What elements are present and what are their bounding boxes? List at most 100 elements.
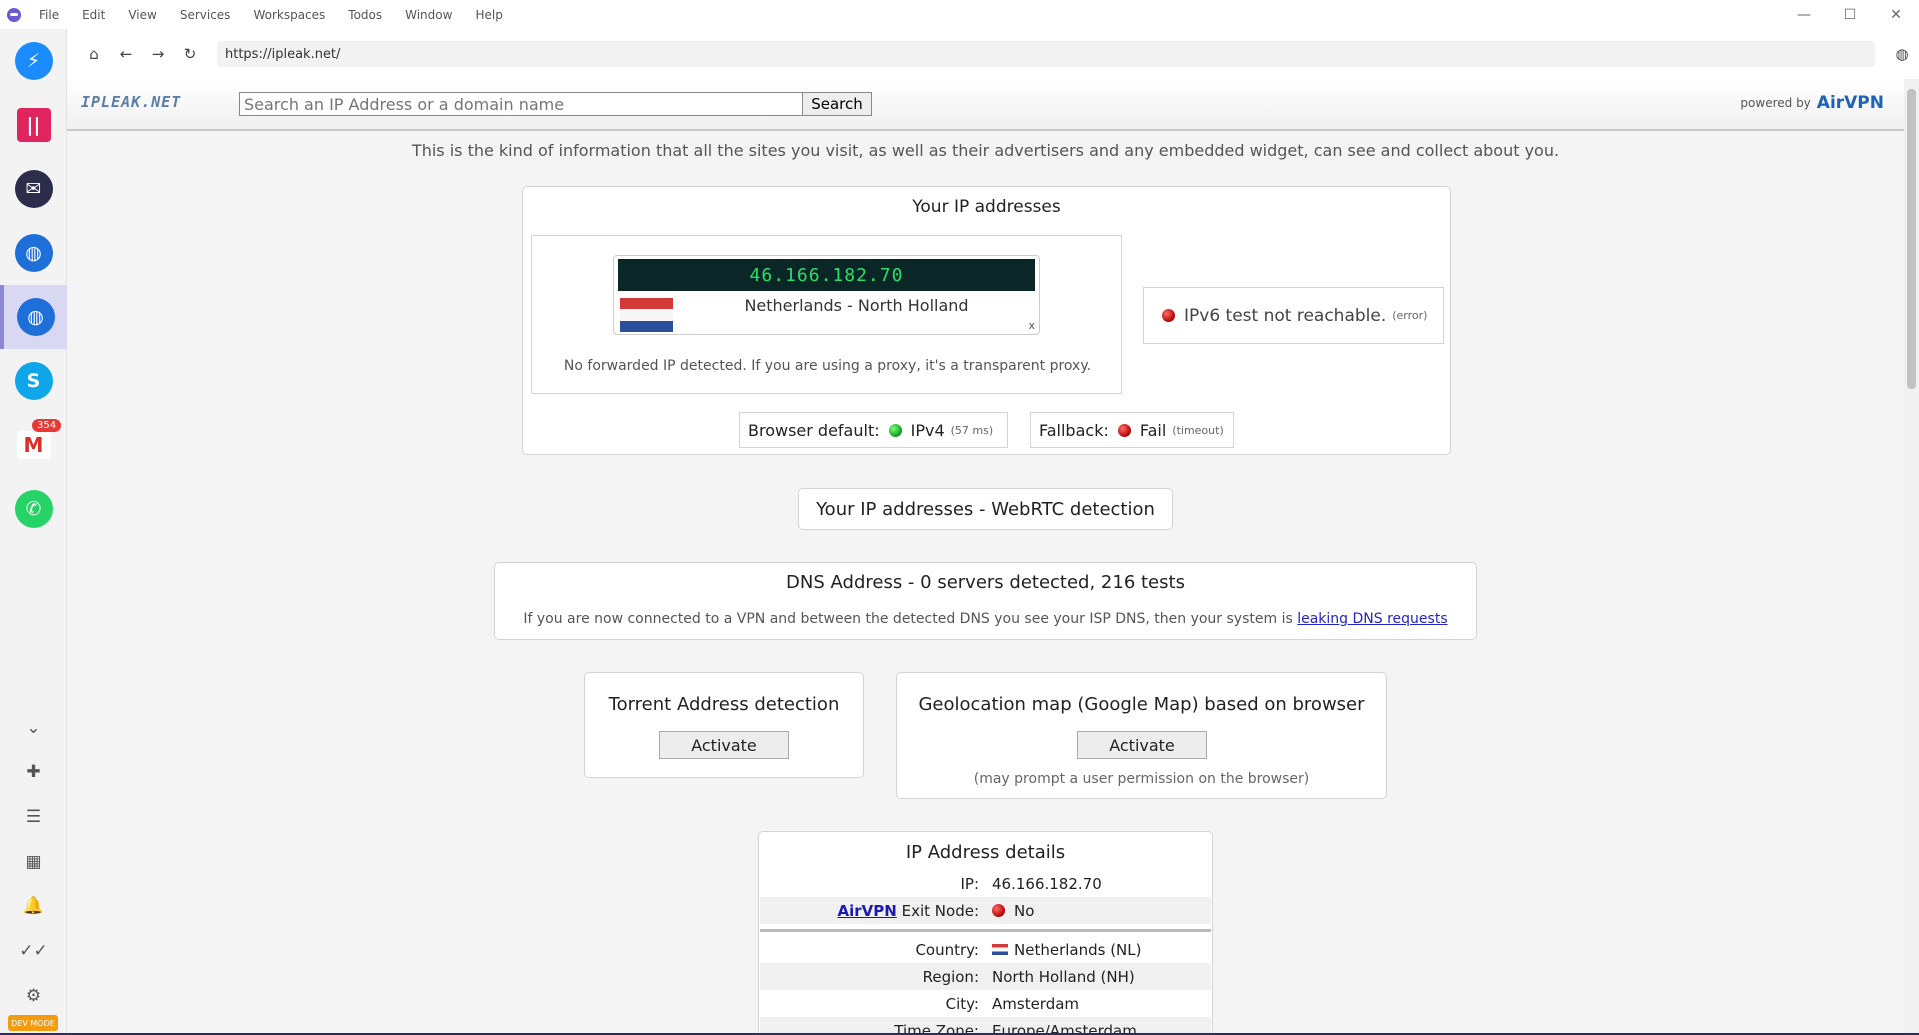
list-icon[interactable]: ☰ bbox=[0, 802, 67, 832]
page-scrollbar[interactable] bbox=[1904, 79, 1919, 1035]
dev-mode-badge: DEV MODE bbox=[8, 1015, 58, 1031]
menu-services[interactable]: Services bbox=[180, 8, 231, 22]
forwarded-ip-note: No forwarded IP detected. If you are usi… bbox=[563, 358, 1092, 374]
details-row-exit-node: AirVPN Exit Node: No bbox=[760, 897, 1211, 924]
menu-todos[interactable]: Todos bbox=[348, 8, 382, 22]
gmail-icon: M bbox=[16, 431, 51, 459]
geo-title: Geolocation map (Google Map) based on br… bbox=[918, 694, 1365, 715]
ip-digital-readout: 46.166.182.70 bbox=[618, 259, 1035, 291]
detail-key: Country: bbox=[915, 940, 979, 959]
airvpn-brand[interactable]: AirVPN bbox=[1817, 93, 1884, 113]
dns-leak-link[interactable]: leaking DNS requests bbox=[1297, 611, 1447, 627]
app-logo-icon bbox=[7, 7, 21, 22]
ip-card-title: Your IP addresses bbox=[912, 197, 1061, 217]
menu-workspaces[interactable]: Workspaces bbox=[253, 8, 325, 22]
detail-key: Region: bbox=[922, 967, 979, 986]
scrollbar-thumb[interactable] bbox=[1907, 89, 1916, 389]
add-service-icon[interactable]: ✚ bbox=[0, 757, 67, 787]
minimize-button[interactable]: — bbox=[1781, 0, 1827, 29]
red-status-icon bbox=[1162, 309, 1175, 322]
powered-by[interactable]: powered by AirVPN bbox=[1740, 93, 1884, 113]
sidebar-item-proton[interactable]: ✉ bbox=[0, 157, 67, 221]
dns-title: DNS Address - 0 servers detected, 216 te… bbox=[786, 572, 1185, 593]
red-status-icon bbox=[992, 904, 1005, 917]
dns-note: If you are now connected to a VPN and be… bbox=[495, 611, 1476, 627]
search-button[interactable]: Search bbox=[802, 92, 872, 116]
web-content: IPLEAK.NET Search powered by AirVPN This… bbox=[67, 79, 1904, 1035]
detail-value: Amsterdam bbox=[992, 994, 1080, 1013]
browser-default-label: Browser default: bbox=[748, 420, 880, 440]
close-icon[interactable]: x bbox=[1028, 319, 1035, 332]
browser-navbar: ⌂ ← → ↻ https://ipleak.net/ ◍ bbox=[67, 29, 1919, 79]
address-bar[interactable]: https://ipleak.net/ bbox=[217, 41, 1875, 67]
menu-file[interactable]: File bbox=[39, 8, 59, 22]
menu-help[interactable]: Help bbox=[475, 8, 502, 22]
maximize-button[interactable]: ☐ bbox=[1827, 0, 1873, 29]
details-row-country: Country: Netherlands (NL) bbox=[760, 936, 1211, 963]
webrtc-detection-button[interactable]: Your IP addresses - WebRTC detection bbox=[798, 488, 1173, 530]
menu-edit[interactable]: Edit bbox=[82, 8, 105, 22]
forward-icon[interactable]: → bbox=[143, 39, 173, 69]
sidebar-item-hook[interactable]: || bbox=[0, 93, 67, 157]
sidebar-item-web-1[interactable]: ◍ bbox=[0, 221, 67, 285]
ipleak-logo[interactable]: IPLEAK.NET bbox=[81, 93, 181, 111]
netherlands-flag-icon bbox=[992, 944, 1008, 955]
red-status-icon bbox=[1117, 423, 1131, 437]
back-icon[interactable]: ← bbox=[111, 39, 141, 69]
chevron-down-icon[interactable]: ⌄ bbox=[0, 713, 67, 743]
browser-default-value: IPv4 bbox=[910, 420, 945, 440]
sidebar-item-gmail[interactable]: M 354 bbox=[0, 413, 67, 477]
workspaces-icon[interactable]: ▦ bbox=[0, 847, 67, 877]
sidebar-item-whatsapp[interactable]: ✆ bbox=[0, 477, 67, 541]
skype-icon: S bbox=[14, 362, 53, 400]
geo-note: (may prompt a user permission on the bro… bbox=[973, 771, 1310, 787]
details-row-ip: IP: 46.166.182.70 bbox=[760, 870, 1211, 897]
home-icon[interactable]: ⌂ bbox=[79, 39, 109, 69]
todos-icon[interactable]: ✓✓ bbox=[0, 936, 67, 966]
details-title: IP Address details bbox=[905, 842, 1066, 863]
torrent-title: Torrent Address detection bbox=[608, 694, 840, 715]
airvpn-link[interactable]: AirVPN bbox=[838, 902, 897, 920]
details-row-region: Region: North Holland (NH) bbox=[760, 963, 1211, 990]
detail-key: City: bbox=[945, 994, 979, 1013]
exit-node-label: Exit Node: bbox=[901, 901, 979, 920]
geolocation-card: Geolocation map (Google Map) based on br… bbox=[896, 672, 1387, 799]
country-value: Netherlands (NL) bbox=[1014, 940, 1142, 959]
ip-display: 46.166.182.70 Netherlands - North Hollan… bbox=[613, 255, 1040, 335]
settings-icon[interactable]: ⚙ bbox=[0, 981, 67, 1011]
ip-search-input[interactable] bbox=[239, 92, 803, 116]
intro-text: This is the kind of information that all… bbox=[411, 141, 1560, 160]
menu-view[interactable]: View bbox=[128, 8, 156, 22]
close-window-button[interactable]: ✕ bbox=[1873, 0, 1919, 29]
powered-by-label: powered by bbox=[1740, 96, 1811, 110]
menu-window[interactable]: Window bbox=[405, 8, 452, 22]
details-separator bbox=[760, 929, 1211, 932]
ipv6-text: IPv6 test not reachable. bbox=[1184, 305, 1387, 326]
netherlands-flag-icon bbox=[620, 298, 673, 332]
details-row-city: City: Amsterdam bbox=[760, 990, 1211, 1017]
open-in-browser-icon[interactable]: ◍ bbox=[1889, 41, 1915, 67]
detail-key: AirVPN Exit Node: bbox=[760, 902, 985, 920]
globe-icon: ◍ bbox=[16, 298, 55, 336]
proton-mail-icon: ✉ bbox=[14, 170, 53, 208]
torrent-activate-button[interactable]: Activate bbox=[659, 731, 789, 759]
sidebar-item-skype[interactable]: S bbox=[0, 349, 67, 413]
geo-activate-button[interactable]: Activate bbox=[1077, 731, 1207, 759]
whatsapp-icon: ✆ bbox=[14, 490, 53, 528]
reload-icon[interactable]: ↻ bbox=[175, 39, 205, 69]
sidebar-item-web-2[interactable]: ◍ bbox=[0, 285, 67, 349]
ip-location: Netherlands - North Holland bbox=[744, 296, 969, 315]
browser-default-status: Browser default: IPv4 (57 ms) bbox=[739, 412, 1008, 448]
messenger-icon: ⚡ bbox=[14, 42, 53, 80]
detail-value: No bbox=[985, 902, 1034, 920]
sidebar-item-messenger[interactable]: ⚡ bbox=[0, 29, 67, 93]
notifications-icon[interactable]: 🔔 bbox=[0, 891, 67, 921]
unread-badge: 354 bbox=[32, 419, 62, 432]
ipv6-note: (error) bbox=[1392, 309, 1428, 322]
exit-node-value: No bbox=[1014, 901, 1035, 920]
ip-details-card: IP Address details IP: 46.166.182.70 Air… bbox=[758, 831, 1213, 1035]
green-status-icon bbox=[888, 423, 902, 437]
detail-value: North Holland (NH) bbox=[992, 967, 1135, 986]
ipv4-panel: 46.166.182.70 Netherlands - North Hollan… bbox=[531, 235, 1122, 394]
dns-card: DNS Address - 0 servers detected, 216 te… bbox=[494, 562, 1477, 640]
